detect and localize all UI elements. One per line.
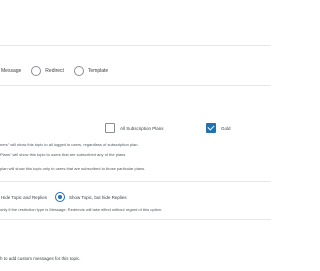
checkbox-all-plans-label[interactable]: All Subscription Plans — [120, 126, 164, 131]
display-note: only if the restriction type is Message.… — [0, 207, 163, 212]
radio-message-label[interactable]: Message — [1, 68, 21, 74]
divider-2 — [0, 181, 271, 182]
radio-redirect[interactable] — [31, 66, 42, 76]
radio-hide-topic-label[interactable]: Hide Topic and Replies — [1, 195, 47, 200]
display-option-row: Hide Topic and Replies Show Topic, but h… — [1, 192, 127, 202]
checkbox-gold-label[interactable]: Gold — [221, 126, 231, 131]
radio-show-topic[interactable] — [54, 192, 65, 202]
plans-desc-3: plan will show this topic only to users … — [0, 166, 146, 171]
custom-messages-text: h to add custom messages for this topic. — [0, 256, 81, 261]
plans-desc-2: Plans" will show this topic to users tha… — [0, 152, 127, 157]
radio-template[interactable] — [73, 66, 84, 76]
divider-top — [0, 45, 271, 46]
plans-desc-1: ners" will show this topic to all logged… — [0, 142, 139, 147]
radio-redirect-label[interactable]: Redirect — [45, 68, 64, 74]
divider-1 — [0, 85, 271, 86]
divider-3 — [0, 219, 271, 220]
radio-template-label[interactable]: Template — [88, 68, 108, 74]
checkbox-gold[interactable] — [206, 123, 216, 133]
plan-all-row: All Subscription Plans — [105, 123, 164, 133]
restriction-type-row: Message Redirect Template — [1, 66, 108, 76]
checkbox-all-plans[interactable] — [105, 123, 115, 133]
radio-show-topic-label[interactable]: Show Topic, but hide Replies — [69, 195, 127, 200]
plan-gold-row: Gold — [206, 123, 231, 133]
